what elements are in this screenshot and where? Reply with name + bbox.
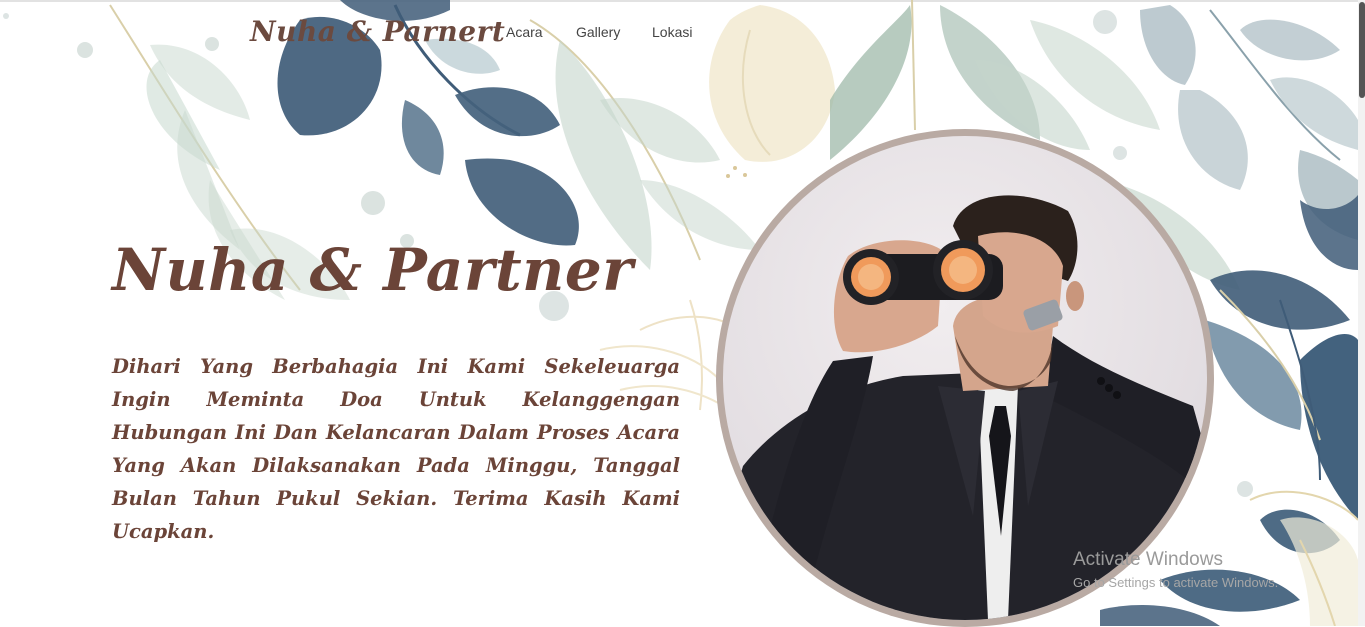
- navbar: Nuha & Parnert Acara Gallery Lokasi: [0, 0, 1365, 66]
- windows-activation-title: Activate Windows: [1073, 549, 1223, 570]
- nav-link-lokasi[interactable]: Lokasi: [652, 24, 692, 40]
- nav-link-acara[interactable]: Acara: [506, 24, 543, 40]
- scrollbar-thumb[interactable]: [1359, 2, 1365, 98]
- nav-link-gallery[interactable]: Gallery: [576, 24, 620, 40]
- windows-activation-subtitle: Go to Settings to activate Windows.: [1073, 575, 1279, 590]
- hero-title: Nuha & Partner: [112, 236, 634, 304]
- man-with-binoculars-image: [723, 195, 1207, 620]
- brand-logo[interactable]: Nuha & Parnert: [250, 15, 505, 48]
- hero-photo: [723, 136, 1207, 620]
- hero-message: Dihari Yang Berbahagia Ini Kami Sekeleua…: [112, 355, 680, 543]
